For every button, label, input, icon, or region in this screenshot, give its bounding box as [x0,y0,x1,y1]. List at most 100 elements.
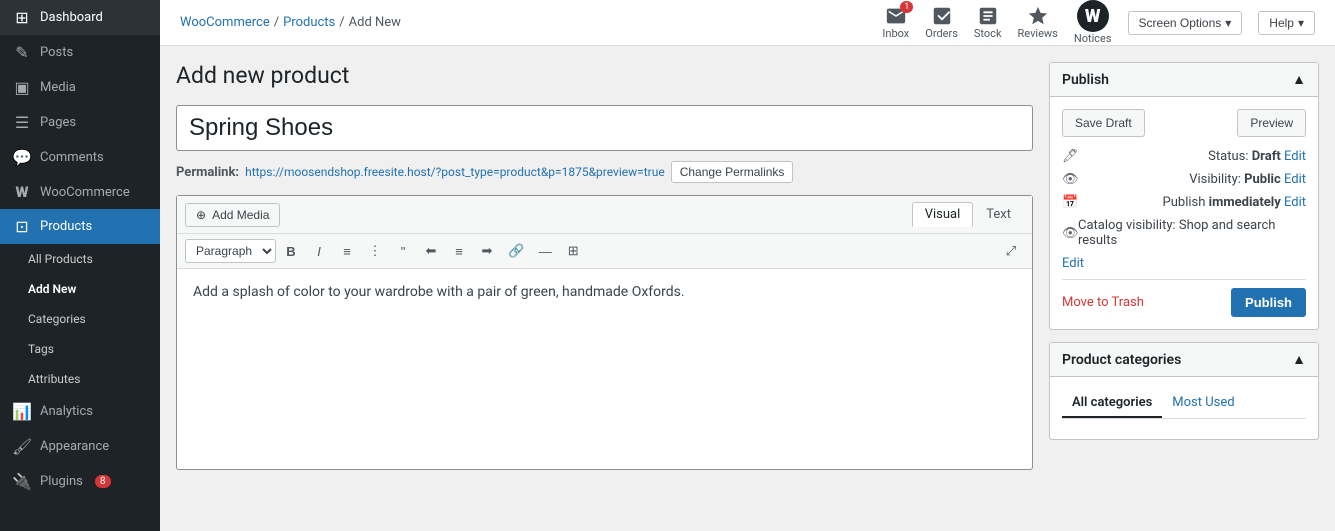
move-to-trash-link[interactable]: Move to Trash [1062,295,1144,310]
catalog-icon: 👁 [1062,226,1078,241]
visibility-icon: 👁 [1062,172,1078,187]
analytics-icon: 📊 [12,402,32,421]
publish-panel-body: Save Draft Preview 🖊 Status: Draft Edit … [1050,97,1318,329]
sidebar-item-all-products[interactable]: All Products [0,244,160,274]
sidebar-item-categories[interactable]: Categories [0,304,160,334]
breadcrumb-woocommerce[interactable]: WooCommerce [180,15,270,30]
woocommerce-icon: W [12,183,32,201]
chevron-down-icon: ▾ [1225,16,1231,30]
categories-panel: Product categories ▲ All categories Most… [1049,342,1319,440]
sidebar-item-analytics[interactable]: 📊 Analytics [0,394,160,429]
content-area: Add new product Permalink: https://moose… [160,46,1335,531]
align-left-button[interactable]: ⬅ [418,238,444,264]
page-title: Add new product [176,62,1033,89]
editor-toolbar: Paragraph B I ≡ ⋮ " ⬅ ≡ ➡ 🔗 — ⊞ ⤢ [177,234,1032,269]
notices-icon-btn[interactable]: W Notices [1074,0,1112,45]
pages-icon: ☰ [12,113,32,132]
table-button[interactable]: ⊞ [560,238,586,264]
catalog-label: Catalog visibility: Shop and search resu… [1078,218,1306,248]
sidebar-item-tags[interactable]: Tags [0,334,160,364]
main-panel: Add new product Permalink: https://moose… [176,62,1033,515]
sidebar-item-posts[interactable]: ✎ Posts [0,35,160,70]
editor-tabs: Visual Text [912,202,1024,227]
editor-top-bar: ⊕ Add Media Visual Text [177,196,1032,234]
paragraph-select[interactable]: Paragraph [185,239,276,263]
stock-icon-btn[interactable]: Stock [974,5,1002,40]
publish-time-edit-link[interactable]: Edit [1284,195,1306,210]
sidebar-item-woocommerce[interactable]: W WooCommerce [0,175,160,209]
unordered-list-button[interactable]: ≡ [334,238,360,264]
blockquote-button[interactable]: " [390,238,416,264]
categories-panel-header[interactable]: Product categories ▲ [1050,343,1318,377]
catalog-visibility-row: 👁 Catalog visibility: Shop and search re… [1062,218,1306,248]
add-media-button[interactable]: ⊕ Add Media [185,203,280,227]
dashboard-icon: ⊞ [12,8,32,27]
product-name-input[interactable] [176,105,1033,151]
sidebar-item-pages[interactable]: ☰ Pages [0,105,160,140]
breadcrumb: WooCommerce / Products / Add New [180,15,401,30]
publish-panel-header[interactable]: Publish ▲ [1050,63,1318,97]
add-media-icon: ⊕ [196,208,206,222]
sidebar-item-add-new[interactable]: Add New [0,274,160,304]
sidebar-item-products[interactable]: ⊡ Products [0,209,160,244]
inbox-icon-btn[interactable]: 1 Inbox [882,5,909,40]
save-draft-button[interactable]: Save Draft [1062,109,1145,137]
more-button[interactable]: — [532,238,558,264]
link-button[interactable]: 🔗 [502,238,530,264]
calendar-icon: 📅 [1062,195,1078,210]
help-button[interactable]: Help ▾ [1258,11,1315,35]
posts-icon: ✎ [12,43,32,62]
sidebar-item-media[interactable]: ▣ Media [0,70,160,105]
sidebar: ⊞ Dashboard ✎ Posts ▣ Media ☰ Pages 💬 Co… [0,0,160,531]
wp-logo: W [1077,0,1109,32]
sidebar-item-attributes[interactable]: Attributes [0,364,160,394]
expand-button[interactable]: ⤢ [998,238,1024,264]
align-center-button[interactable]: ≡ [446,238,472,264]
align-right-button[interactable]: ➡ [474,238,500,264]
inbox-badge: 1 [900,1,913,13]
tab-visual[interactable]: Visual [912,202,974,227]
publish-time-label: Publish immediately Edit [1163,195,1306,210]
categories-panel-body: All categories Most Used [1050,377,1318,439]
plugins-icon: 🔌 [12,472,32,491]
permalink-url[interactable]: https://moosendshop.freesite.host/?post_… [245,165,665,179]
screen-options-button[interactable]: Screen Options ▾ [1128,11,1243,35]
plugins-badge: 8 [95,475,111,488]
editor-body[interactable]: Add a splash of color to your wardrobe w… [177,269,1032,469]
sidebar-item-plugins[interactable]: 🔌 Plugins 8 [0,464,160,499]
tab-all-categories[interactable]: All categories [1062,389,1162,418]
chevron-down-icon-help: ▾ [1298,16,1304,30]
status-icon: 🖊 [1062,149,1078,164]
sidebar-item-comments[interactable]: 💬 Comments [0,140,160,175]
tab-most-used[interactable]: Most Used [1162,389,1244,418]
visibility-edit-link[interactable]: Edit [1284,172,1306,187]
publish-time-row: 📅 Publish immediately Edit [1062,195,1306,210]
italic-button[interactable]: I [306,238,332,264]
visibility-label: Visibility: Public Edit [1189,172,1306,187]
reviews-icon-btn[interactable]: Reviews [1018,5,1058,40]
notices-label: Notices [1074,32,1112,45]
status-row: 🖊 Status: Draft Edit [1062,149,1306,164]
top-bar: WooCommerce / Products / Add New 1 Inbox… [160,0,1335,46]
comments-icon: 💬 [12,148,32,167]
preview-button[interactable]: Preview [1237,109,1306,137]
catalog-edit-link[interactable]: Edit [1062,256,1084,271]
permalink-row: Permalink: https://moosendshop.freesite.… [176,161,1033,183]
publish-button[interactable]: Publish [1231,288,1306,317]
sidebar-item-dashboard[interactable]: ⊞ Dashboard [0,0,160,35]
status-label: Status: Draft Edit [1208,149,1306,164]
breadcrumb-products[interactable]: Products [283,15,335,30]
change-permalinks-button[interactable]: Change Permalinks [671,161,794,183]
tab-text[interactable]: Text [973,202,1024,227]
collapse-icon: ▲ [1292,71,1306,88]
top-bar-icons: 1 Inbox Orders Stock Reviews W Notices S… [882,0,1315,45]
status-edit-link[interactable]: Edit [1284,149,1306,164]
breadcrumb-current: Add New [349,15,401,30]
sidebar-item-appearance[interactable]: 🖌 Appearance [0,429,160,464]
appearance-icon: 🖌 [12,437,32,456]
bold-button[interactable]: B [278,238,304,264]
orders-label: Orders [925,27,958,40]
ordered-list-button[interactable]: ⋮ [362,238,388,264]
publish-actions-row: Save Draft Preview [1062,109,1306,137]
orders-icon-btn[interactable]: Orders [925,5,958,40]
